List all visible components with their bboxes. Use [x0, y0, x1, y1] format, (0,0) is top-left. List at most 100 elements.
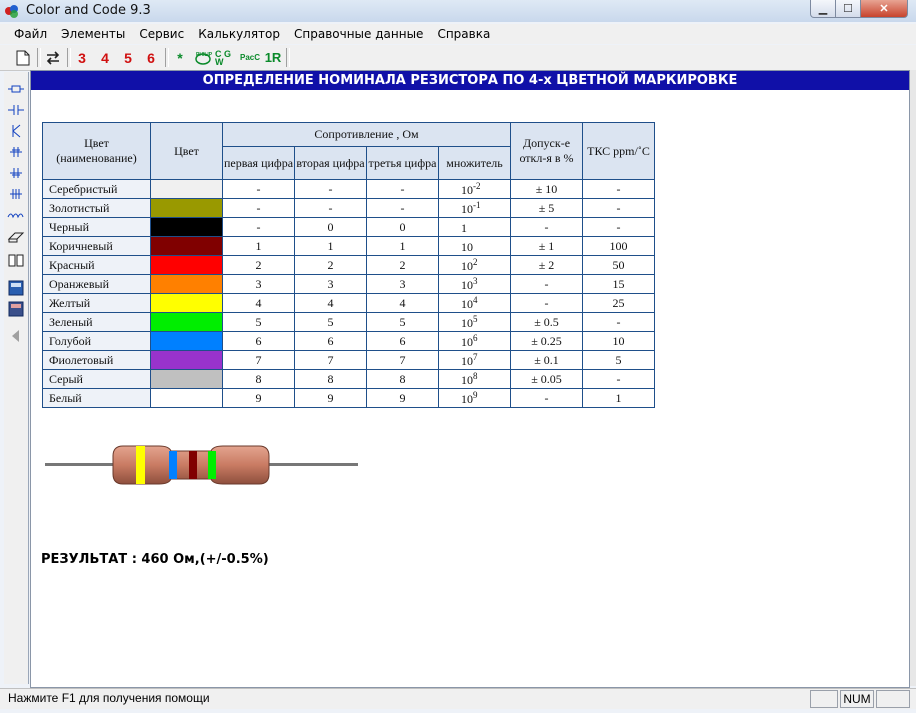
new-document-button[interactable]: [12, 48, 34, 67]
book-icon[interactable]: [7, 252, 25, 268]
close-button[interactable]: ✕: [860, 0, 908, 18]
menu-calculator[interactable]: Калькулятор: [191, 27, 287, 41]
color-swatch[interactable]: [150, 236, 223, 256]
color-swatch[interactable]: [150, 369, 223, 389]
capacitor-code-button[interactable]: PHILIPS: [193, 48, 213, 67]
bands-4-button[interactable]: 4: [95, 48, 115, 67]
tcr-cell: -: [582, 198, 655, 218]
color-name-cell: Белый: [42, 388, 151, 408]
calculator-2-icon[interactable]: [7, 301, 25, 317]
third-digit-cell: -: [366, 179, 439, 199]
color-swatch[interactable]: [150, 179, 223, 199]
color-swatch[interactable]: [150, 274, 223, 294]
tolerance-cell: ± 0.5: [510, 312, 583, 332]
back-arrow-icon[interactable]: [7, 328, 25, 344]
tcr-cell: 50: [582, 255, 655, 275]
first-digit-cell: -: [222, 198, 295, 218]
third-digit-cell: 7: [366, 350, 439, 370]
toolbar: 3 4 5 6 * PHILIPS C G W PacC 1R: [0, 45, 916, 71]
multiplier-cell: 10-2: [438, 179, 511, 199]
cgw-button[interactable]: C G W: [215, 48, 237, 67]
multiplier-cell: 102: [438, 255, 511, 275]
resistor-band-3: [189, 451, 197, 479]
color-swatch[interactable]: [150, 331, 223, 351]
swap-arrows-icon: [46, 50, 60, 65]
header-color: Цвет: [150, 122, 223, 180]
resistor-icon[interactable]: [7, 81, 25, 97]
header-first-digit: первая цифра: [222, 146, 295, 180]
third-digit-cell: -: [366, 198, 439, 218]
left-toolbar: [4, 72, 29, 684]
transistor-icon[interactable]: [7, 123, 25, 139]
bands-5-button[interactable]: 5: [118, 48, 138, 67]
smd-code-button[interactable]: 1R: [263, 48, 283, 67]
menu-reference[interactable]: Справочные данные: [287, 27, 430, 41]
second-digit-cell: 2: [294, 255, 367, 275]
table-row: Белый 9 9 9 109-1: [42, 388, 655, 408]
third-digit-cell: 2: [366, 255, 439, 275]
menu-help[interactable]: Справка: [430, 27, 497, 41]
multiplier-cell: 105: [438, 312, 511, 332]
color-swatch[interactable]: [150, 198, 223, 218]
tolerance-cell: ± 10: [510, 179, 583, 199]
maximize-button[interactable]: ☐: [835, 0, 861, 18]
new-document-icon: [16, 50, 30, 65]
color-swatch[interactable]: [150, 255, 223, 275]
tcr-cell: -: [582, 179, 655, 199]
header-tolerance: Допуск-е откл-я в %: [510, 122, 583, 180]
bands-6-button[interactable]: 6: [141, 48, 161, 67]
header-tcr: ТКС ppm/˚C: [582, 122, 655, 180]
color-swatch[interactable]: [150, 312, 223, 332]
table-row: Зеленый 5 5 5 105 ± 0.5-: [42, 312, 655, 332]
color-code-table: Цвет (наименование) Цвет Сопротивление ,…: [42, 122, 655, 408]
tolerance-cell: -: [510, 274, 583, 294]
status-panel-scrl: [876, 690, 910, 708]
tolerance-cell: -: [510, 217, 583, 237]
menu-elements[interactable]: Элементы: [54, 27, 132, 41]
window-title: Color and Code 9.3: [26, 3, 151, 18]
capacitor-icon[interactable]: [7, 102, 25, 118]
inductor-icon[interactable]: [7, 207, 25, 223]
tolerance-cell: ± 0.05: [510, 369, 583, 389]
color-name-cell: Голубой: [42, 331, 151, 351]
menu-file[interactable]: Файл: [0, 27, 54, 41]
tcr-cell: -: [582, 369, 655, 389]
varicap-icon[interactable]: [7, 186, 25, 202]
star-button[interactable]: *: [170, 48, 190, 67]
quartz-icon[interactable]: [7, 144, 25, 160]
third-digit-cell: 0: [366, 217, 439, 237]
status-bar: Нажмите F1 для получения помощи NUM: [0, 688, 916, 709]
crystal-icon[interactable]: [7, 165, 25, 181]
pacc-button[interactable]: PacC: [239, 48, 261, 67]
swap-button[interactable]: [42, 48, 64, 67]
eraser-icon[interactable]: [7, 228, 25, 244]
bands-3-button[interactable]: 3: [72, 48, 92, 67]
table-row: Красный 2 2 2 102 ± 2 50: [42, 255, 655, 275]
color-swatch[interactable]: [150, 217, 223, 237]
second-digit-cell: 6: [294, 331, 367, 351]
first-digit-cell: -: [222, 179, 295, 199]
table-row: Серебристый - - -10-2 ± 10-: [42, 179, 655, 199]
multiplier-cell: 1: [438, 217, 511, 237]
vertical-scrollbar[interactable]: [910, 70, 916, 686]
color-name-cell: Фиолетовый: [42, 350, 151, 370]
color-swatch[interactable]: [150, 388, 223, 408]
table-row: Желтый 4 4 4 104-25: [42, 293, 655, 313]
app-window: Color and Code 9.3 ▁ ☐ ✕ Файл Элементы С…: [0, 0, 916, 713]
calculator-icon[interactable]: [7, 280, 25, 296]
tolerance-cell: -: [510, 388, 583, 408]
third-digit-cell: 8: [366, 369, 439, 389]
status-text: Нажмите F1 для получения помощи: [8, 691, 210, 705]
color-swatch[interactable]: [150, 293, 223, 313]
second-digit-cell: 1: [294, 236, 367, 256]
tcr-cell: -: [582, 312, 655, 332]
num-lock-indicator: NUM: [840, 690, 874, 708]
multiplier-cell: 108: [438, 369, 511, 389]
capacitor-code-icon: PHILIPS: [195, 52, 212, 65]
minimize-button[interactable]: ▁: [810, 0, 836, 18]
first-digit-cell: -: [222, 217, 295, 237]
color-swatch[interactable]: [150, 350, 223, 370]
multiplier-cell: 107: [438, 350, 511, 370]
second-digit-cell: 4: [294, 293, 367, 313]
menu-service[interactable]: Сервис: [132, 27, 191, 41]
